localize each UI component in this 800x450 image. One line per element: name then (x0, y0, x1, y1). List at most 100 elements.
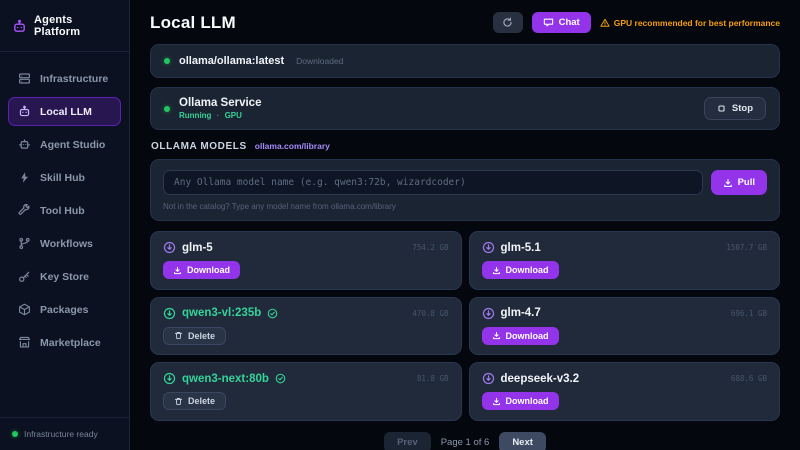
ollama-model-search-input[interactable] (163, 170, 703, 195)
sidebar-status-label: Infrastructure ready (24, 429, 98, 439)
model-size: 688.6 GB (731, 372, 767, 383)
model-name: glm-5.1 (501, 242, 541, 254)
sidebar-item-workflows[interactable]: Workflows (8, 229, 121, 258)
model-id: glm-4.7 (482, 307, 541, 320)
model-name: qwen3-vl:235b (182, 307, 261, 319)
robot-logo-icon (12, 19, 27, 34)
prev-page-button[interactable]: Prev (384, 432, 431, 450)
sidebar-item-label: Packages (40, 304, 88, 316)
circle-arrow-down-icon (482, 241, 495, 254)
sidebar-item-packages[interactable]: Packages (8, 295, 121, 324)
model-card-deepseek-v3-2: deepseek-v3.2 688.6 GB Download (469, 362, 781, 421)
model-top: glm-5.1 1507.7 GB (482, 241, 768, 254)
model-id: glm-5.1 (482, 241, 541, 254)
ollama-service-card: Ollama Service Running · GPU Stop (150, 87, 780, 130)
trash-icon (174, 397, 183, 406)
bot-icon (18, 138, 31, 151)
sidebar-item-infrastructure[interactable]: Infrastructure (8, 64, 121, 93)
download-button[interactable]: Download (482, 327, 559, 345)
model-top: qwen3-vl:235b 470.8 GB (163, 307, 449, 320)
gpu-notice: GPU recommended for best performance (600, 18, 780, 28)
chat-icon (543, 17, 554, 28)
model-id: qwen3-next:80b (163, 372, 286, 385)
package-icon (18, 303, 31, 316)
delete-button[interactable]: Delete (163, 392, 226, 410)
chat-button-label: Chat (559, 17, 580, 28)
service-running-label: Running (179, 111, 211, 120)
sidebar-item-label: Marketplace (40, 337, 101, 349)
wrench-icon (18, 204, 31, 217)
search-row: Pull (163, 170, 767, 195)
brand: Agents Platform (0, 0, 129, 52)
delete-button[interactable]: Delete (163, 327, 226, 345)
sidebar-item-label: Infrastructure (40, 73, 108, 85)
catalog-hint: Not in the catalog? Type any model name … (163, 202, 767, 211)
header-actions: Chat GPU recommended for best performanc… (493, 12, 780, 33)
section-title: OLLAMA MODELS (151, 141, 247, 152)
download-button[interactable]: Download (482, 392, 559, 410)
model-id: glm-5 (163, 241, 213, 254)
download-button[interactable]: Download (163, 261, 240, 279)
model-top: glm-4.7 696.1 GB (482, 307, 768, 320)
sidebar-status: Infrastructure ready (0, 417, 129, 450)
server-icon (18, 72, 31, 85)
service-separator: · (217, 111, 220, 120)
model-size: 696.1 GB (731, 307, 767, 318)
chat-button[interactable]: Chat (532, 12, 591, 33)
sidebar-item-marketplace[interactable]: Marketplace (8, 328, 121, 357)
pull-button-label: Pull (738, 177, 755, 188)
stop-button[interactable]: Stop (704, 97, 766, 120)
sidebar-item-agent-studio[interactable]: Agent Studio (8, 130, 121, 159)
model-card-qwen3-next-80b: qwen3-next:80b 81.8 GB (150, 362, 462, 421)
sidebar: Agents Platform Infrastructure (0, 0, 130, 450)
download-icon (723, 178, 733, 188)
image-status: Downloaded (296, 56, 343, 66)
sidebar-item-key-store[interactable]: Key Store (8, 262, 121, 291)
sidebar-item-label: Local LLM (40, 106, 92, 118)
ollama-pull-button[interactable]: Pull (711, 170, 767, 195)
download-button-label: Download (506, 331, 549, 341)
status-dot-green (164, 58, 170, 64)
sidebar-item-skill-hub[interactable]: Skill Hub (8, 163, 121, 192)
model-size: 754.2 GB (412, 241, 448, 252)
model-grid: glm-5 754.2 GB Download (150, 231, 780, 421)
download-button-label: Download (506, 396, 549, 406)
status-dot-green (12, 431, 18, 437)
sidebar-item-label: Agent Studio (40, 139, 105, 151)
model-card-glm-5: glm-5 754.2 GB Download (150, 231, 462, 290)
circle-arrow-down-icon (482, 307, 495, 320)
next-page-button[interactable]: Next (499, 432, 546, 450)
model-size: 1507.7 GB (726, 241, 767, 252)
model-name: glm-4.7 (501, 307, 541, 319)
download-icon (173, 266, 182, 275)
brand-label: Agents Platform (34, 14, 117, 38)
model-card-glm-4-7: glm-4.7 696.1 GB Download (469, 297, 781, 356)
sidebar-item-local-llm[interactable]: Local LLM (8, 97, 121, 126)
model-name: qwen3-next:80b (182, 373, 269, 385)
stop-icon (717, 104, 726, 113)
ollama-library-link[interactable]: ollama.com/library (255, 141, 330, 151)
service-info: Ollama Service Running · GPU (179, 97, 695, 120)
sidebar-item-label: Tool Hub (40, 205, 85, 217)
lightning-icon (18, 171, 31, 184)
service-name: Ollama Service (179, 97, 695, 109)
app-window: Agents Platform Infrastructure (0, 0, 800, 450)
refresh-icon (502, 17, 513, 28)
model-card-qwen3-vl-235b: qwen3-vl:235b 470.8 GB (150, 297, 462, 356)
model-id: qwen3-vl:235b (163, 307, 278, 320)
model-top: glm-5 754.2 GB (163, 241, 449, 254)
page-title: Local LLM (150, 13, 236, 33)
status-dot-green (164, 106, 170, 112)
sidebar-item-label: Skill Hub (40, 172, 85, 184)
sidebar-item-label: Workflows (40, 238, 93, 250)
branch-icon (18, 237, 31, 250)
download-button[interactable]: Download (482, 261, 559, 279)
page-header: Local LLM Chat (150, 12, 780, 33)
sidebar-item-tool-hub[interactable]: Tool Hub (8, 196, 121, 225)
model-size: 81.8 GB (417, 372, 449, 383)
refresh-button[interactable] (493, 12, 523, 33)
gpu-notice-label: GPU recommended for best performance (614, 18, 780, 28)
delete-button-label: Delete (188, 331, 215, 341)
warning-icon (600, 18, 610, 28)
download-icon (492, 266, 501, 275)
